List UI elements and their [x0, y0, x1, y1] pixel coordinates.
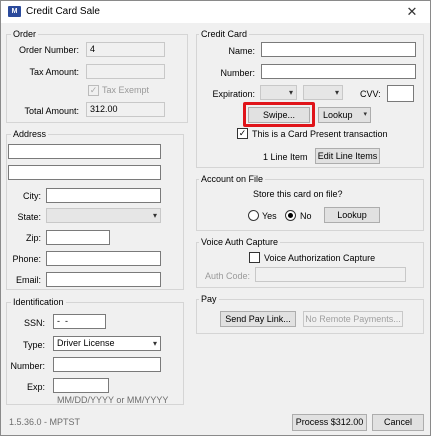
- store-card-no-radio[interactable]: [285, 210, 296, 221]
- ssn-label: SSN:: [23, 318, 45, 328]
- id-number-label: Number:: [10, 361, 45, 371]
- account-lookup-button[interactable]: Lookup: [324, 207, 380, 223]
- expiration-month-select[interactable]: ▾: [260, 85, 297, 100]
- id-type-label: Type:: [22, 340, 45, 350]
- app-logo-icon: M: [8, 6, 21, 17]
- card-present-label: This is a Card Present transaction: [252, 129, 388, 139]
- card-lookup-label: Lookup: [323, 110, 353, 120]
- tax-exempt-checkbox[interactable]: ✓: [88, 85, 99, 96]
- credit-card-group-title: Credit Card: [199, 28, 250, 40]
- city-input[interactable]: [46, 188, 161, 203]
- chevron-down-icon: ▾: [288, 88, 293, 97]
- title-bar: M Credit Card Sale ✕: [1, 1, 430, 23]
- zip-input[interactable]: [46, 230, 110, 245]
- tax-amount-label: Tax Amount:: [29, 67, 79, 77]
- total-amount-label: Total Amount:: [24, 106, 79, 116]
- expiration-label: Expiration:: [212, 89, 255, 99]
- close-button[interactable]: ✕: [400, 2, 424, 21]
- voice-auth-checkbox[interactable]: [249, 252, 260, 263]
- address-group-title: Address: [11, 128, 49, 140]
- city-label: City:: [23, 191, 41, 201]
- voice-auth-checkbox-label: Voice Authorization Capture: [264, 253, 376, 263]
- chevron-down-icon: ▾: [152, 339, 157, 348]
- order-group-title: Order: [11, 28, 39, 40]
- id-number-input[interactable]: [53, 357, 161, 372]
- card-name-label: Name:: [228, 46, 255, 56]
- zip-label: Zip:: [25, 233, 41, 243]
- cvv-label: CVV:: [360, 89, 381, 99]
- phone-label: Phone:: [12, 254, 41, 264]
- auth-code-input[interactable]: [255, 267, 406, 282]
- expiration-year-select[interactable]: ▾: [303, 85, 343, 100]
- ssn-input[interactable]: - -: [53, 314, 106, 329]
- account-on-file-group-title: Account on File: [199, 173, 266, 185]
- edit-line-items-button[interactable]: Edit Line Items: [315, 148, 380, 164]
- order-number-field[interactable]: 4: [86, 42, 165, 57]
- total-amount-field[interactable]: 312.00: [86, 102, 165, 117]
- auth-code-label: Auth Code:: [205, 271, 251, 281]
- cvv-input[interactable]: [387, 85, 414, 102]
- tax-amount-field[interactable]: [86, 64, 165, 79]
- pay-group-title: Pay: [199, 293, 219, 305]
- dropdown-arrow-icon: ▾: [363, 111, 367, 118]
- address-line1-input[interactable]: [8, 144, 161, 159]
- radio-selected-dot: [288, 213, 293, 218]
- card-number-input[interactable]: [261, 64, 416, 79]
- chevron-down-icon: ▾: [334, 88, 339, 97]
- chevron-down-icon: ▾: [152, 211, 157, 220]
- card-name-input[interactable]: [261, 42, 416, 57]
- line-item-count: 1 Line Item: [263, 152, 308, 162]
- address-line2-input[interactable]: [8, 165, 161, 180]
- phone-input[interactable]: [46, 251, 161, 266]
- identification-group-title: Identification: [11, 296, 66, 308]
- email-input[interactable]: [46, 272, 161, 287]
- store-card-no-label: No: [300, 211, 312, 221]
- state-label: State:: [17, 212, 41, 222]
- store-card-yes-radio[interactable]: [248, 210, 259, 221]
- swipe-button-highlight: [243, 102, 315, 127]
- window-title: Credit Card Sale: [26, 6, 100, 17]
- id-type-select[interactable]: Driver License ▾: [53, 336, 161, 351]
- no-remote-payments-button[interactable]: No Remote Payments...: [303, 311, 403, 327]
- card-lookup-dropdown-button[interactable]: Lookup ▾: [318, 107, 371, 123]
- id-exp-input[interactable]: [53, 378, 109, 393]
- process-payment-button[interactable]: Process $312.00: [292, 414, 367, 431]
- store-card-yes-label: Yes: [262, 211, 277, 221]
- store-card-question: Store this card on file?: [253, 189, 343, 199]
- tax-exempt-label: Tax Exempt: [102, 85, 150, 95]
- voice-auth-group-title: Voice Auth Capture: [199, 236, 281, 248]
- card-present-checkbox[interactable]: ✓: [237, 128, 248, 139]
- card-number-label: Number:: [220, 68, 255, 78]
- credit-card-sale-window: M Credit Card Sale ✕ Order Order Number:…: [0, 0, 431, 436]
- exp-format-hint: MM/DD/YYYY or MM/YYYY: [57, 395, 169, 405]
- order-number-label: Order Number:: [18, 45, 79, 55]
- send-pay-link-button[interactable]: Send Pay Link...: [220, 311, 296, 327]
- id-type-value: Driver License: [57, 338, 115, 348]
- state-select[interactable]: ▾: [46, 208, 161, 223]
- version-text: 1.5.36.0 - MPTST: [9, 417, 81, 427]
- exp-label: Exp:: [26, 382, 45, 392]
- cancel-button[interactable]: Cancel: [372, 414, 424, 431]
- account-on-file-group: [196, 179, 424, 231]
- email-label: Email:: [15, 275, 41, 285]
